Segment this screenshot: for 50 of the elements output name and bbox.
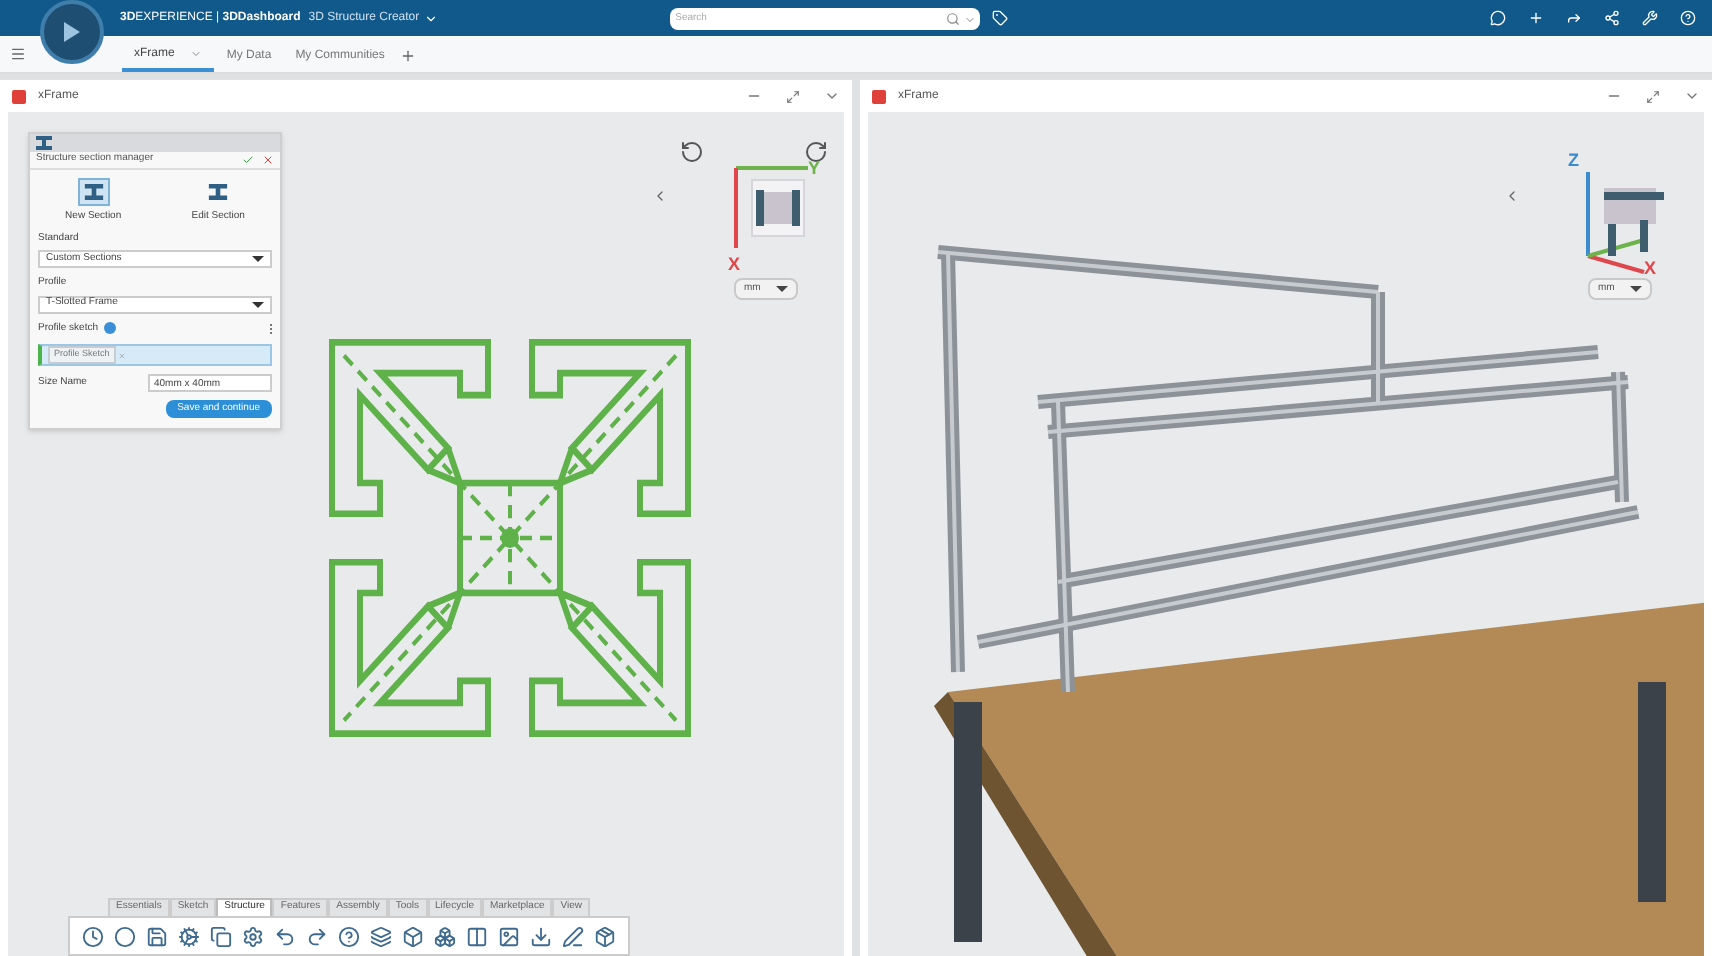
redo-icon[interactable]: [306, 925, 328, 947]
chevron-down-icon[interactable]: [423, 11, 438, 25]
menu-icon[interactable]: [10, 46, 26, 62]
caret-icon: [252, 301, 264, 307]
plus-icon[interactable]: [1528, 10, 1544, 26]
circle-icon[interactable]: [114, 925, 136, 947]
box-icon[interactable]: [402, 925, 424, 947]
rotate-left-icon[interactable]: [680, 140, 704, 164]
pen-icon[interactable]: [562, 925, 584, 947]
axis-label: X: [1644, 256, 1657, 282]
axis-label: X: [728, 252, 741, 278]
axis-label: Z: [1568, 148, 1579, 174]
network-share-icon[interactable]: [1604, 10, 1620, 26]
clock-icon[interactable]: [82, 925, 104, 947]
wrench-icon[interactable]: [1642, 10, 1658, 26]
section-icon: [208, 184, 229, 200]
section-icon: [36, 136, 52, 150]
caret-icon: [776, 286, 788, 292]
app-icon: [872, 89, 886, 103]
help-icon[interactable]: [338, 925, 360, 947]
package-icon[interactable]: [594, 925, 616, 947]
caret-icon: [1630, 286, 1642, 292]
tag-icon[interactable]: [991, 10, 1008, 26]
boxes-icon[interactable]: [434, 925, 456, 947]
info-icon: [104, 322, 117, 335]
cog-icon[interactable]: [178, 925, 200, 947]
caret-icon: [252, 256, 264, 262]
axis-label: Y: [808, 156, 821, 182]
save-icon[interactable]: [146, 925, 168, 947]
download-icon[interactable]: [530, 925, 552, 947]
search-icon[interactable]: [945, 11, 960, 25]
image-icon[interactable]: [498, 925, 520, 947]
settings-icon[interactable]: [242, 925, 264, 947]
chevron-down-icon[interactable]: [824, 88, 840, 104]
app-icon: [12, 89, 26, 103]
chevron-down-icon[interactable]: [1684, 88, 1700, 104]
maximize-icon[interactable]: [786, 89, 800, 103]
chevron-left-icon[interactable]: [1504, 188, 1520, 204]
maximize-icon[interactable]: [1646, 89, 1660, 103]
layers-icon[interactable]: [370, 925, 392, 947]
chevron-left-icon[interactable]: [652, 188, 668, 204]
add-tab-icon[interactable]: [400, 48, 417, 64]
confirm-icon[interactable]: [242, 154, 254, 166]
chat-icon[interactable]: [1490, 10, 1506, 26]
rotate-right-icon[interactable]: [804, 140, 828, 164]
close-icon[interactable]: [262, 154, 274, 166]
section-icon: [83, 184, 104, 200]
share-icon[interactable]: [1566, 10, 1582, 26]
copy-icon[interactable]: [210, 925, 232, 947]
undo-icon[interactable]: [274, 925, 296, 947]
